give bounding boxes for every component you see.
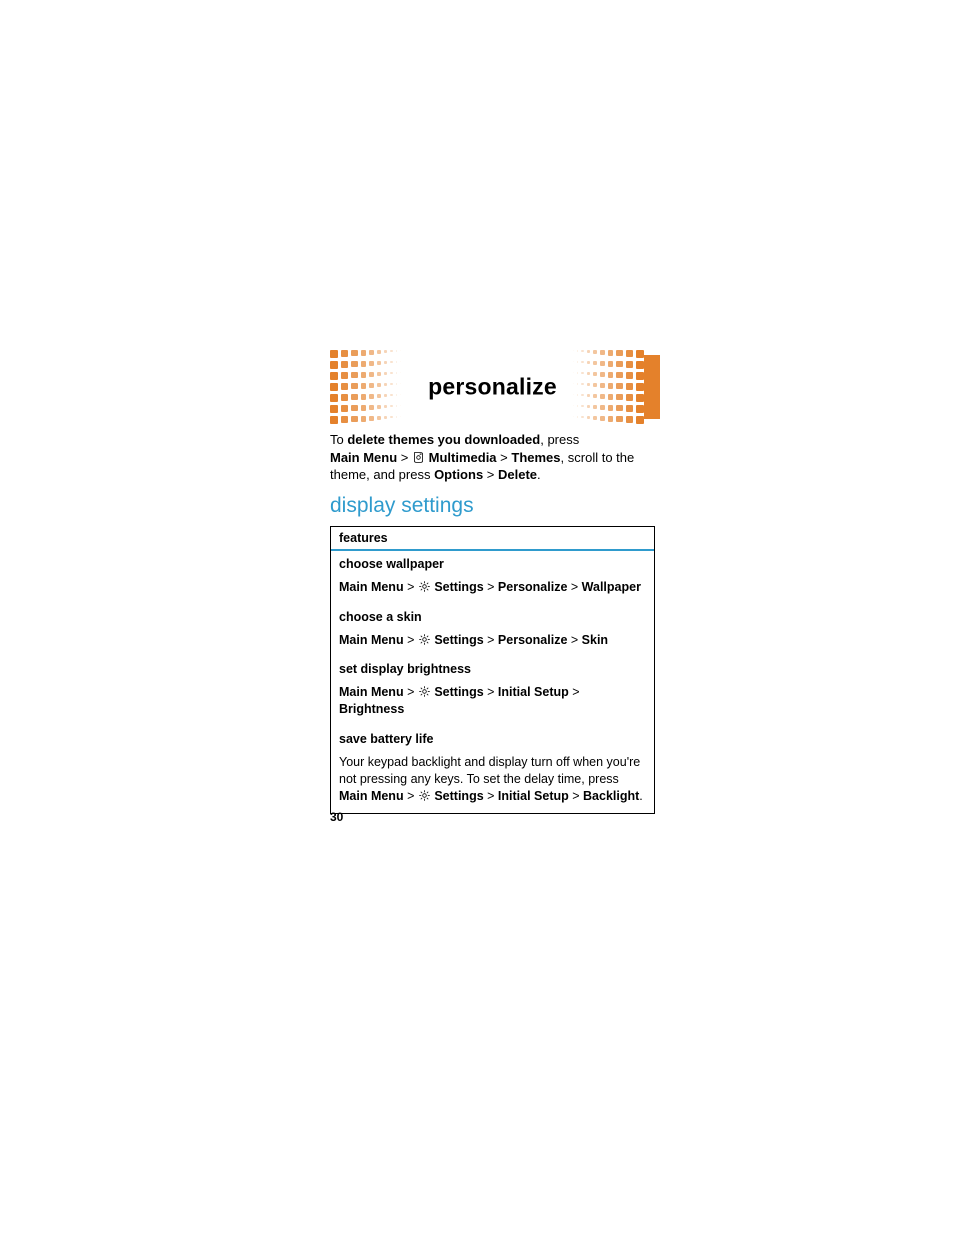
gear-icon	[418, 789, 431, 802]
menu-path-item: Settings	[434, 789, 483, 803]
menu-path-item: Themes	[511, 450, 560, 465]
sep: >	[407, 580, 418, 594]
menu-path-item: Delete	[498, 467, 537, 482]
feature-title: choose a skin	[331, 604, 654, 628]
intro-bold: delete themes you downloaded	[347, 432, 540, 447]
table-row: save battery life Your keypad backlight …	[331, 726, 654, 813]
menu-path-item: Settings	[434, 633, 483, 647]
menu-path-item: Options	[434, 467, 483, 482]
gear-icon	[418, 633, 431, 646]
intro-text: .	[537, 467, 541, 482]
menu-path-item: Personalize	[498, 580, 567, 594]
menu-path-item: Initial Setup	[498, 685, 569, 699]
menu-path-item: Main Menu	[339, 685, 404, 699]
page-content: personalize To delete themes you downloa…	[330, 355, 655, 814]
sep: >	[571, 633, 582, 647]
header-ornament-right	[560, 355, 660, 419]
sep: >	[487, 580, 498, 594]
sep: >	[500, 450, 511, 465]
feature-title: choose wallpaper	[331, 551, 654, 575]
menu-path-item: Settings	[434, 580, 483, 594]
menu-path-item: Personalize	[498, 633, 567, 647]
sep: >	[487, 467, 498, 482]
sep: >	[407, 789, 418, 803]
menu-path-item: Initial Setup	[498, 789, 569, 803]
feature-body: Your keypad backlight and display turn o…	[331, 750, 654, 813]
sep: >	[572, 685, 579, 699]
menu-path-item: Skin	[582, 633, 608, 647]
table-header: features	[331, 527, 654, 551]
sep: >	[407, 685, 418, 699]
feature-body: Main Menu > Settings > Personalize > Wal…	[331, 575, 654, 604]
feature-body: Main Menu > Settings > Personalize > Ski…	[331, 628, 654, 657]
intro-text: , press	[540, 432, 579, 447]
sep: >	[487, 633, 498, 647]
menu-path-item: Main Menu	[339, 633, 404, 647]
table-row: choose wallpaper Main Menu > Settings > …	[331, 551, 654, 604]
feature-body: Main Menu > Settings > Initial Setup > B…	[331, 680, 654, 726]
sep: >	[572, 789, 583, 803]
multimedia-icon	[412, 451, 425, 464]
feature-title: set display brightness	[331, 656, 654, 680]
features-table: features choose wallpaper Main Menu > Se…	[330, 526, 655, 814]
sep: >	[401, 450, 412, 465]
feature-title: save battery life	[331, 726, 654, 750]
table-row: set display brightness Main Menu > Setti…	[331, 656, 654, 726]
feature-text: .	[639, 789, 642, 803]
sep: >	[407, 633, 418, 647]
gear-icon	[418, 580, 431, 593]
menu-path-item: Main Menu	[339, 789, 404, 803]
page-number: 30	[330, 810, 343, 824]
intro-paragraph: To delete themes you downloaded, press M…	[330, 431, 655, 484]
menu-path-item: Settings	[434, 685, 483, 699]
sep: >	[571, 580, 582, 594]
section-title: display settings	[330, 494, 655, 518]
menu-path-item: Backlight	[583, 789, 639, 803]
intro-text: To	[330, 432, 347, 447]
menu-path-item: Wallpaper	[582, 580, 641, 594]
menu-path-item: Brightness	[339, 702, 404, 716]
sep: >	[487, 789, 498, 803]
menu-path-item: Multimedia	[429, 450, 497, 465]
sep: >	[487, 685, 498, 699]
table-row: choose a skin Main Menu > Settings > Per…	[331, 604, 654, 657]
menu-path-item: Main Menu	[330, 450, 397, 465]
header-band: personalize	[330, 355, 655, 419]
gear-icon	[418, 685, 431, 698]
feature-text: Your keypad backlight and display turn o…	[339, 755, 640, 786]
menu-path-item: Main Menu	[339, 580, 404, 594]
